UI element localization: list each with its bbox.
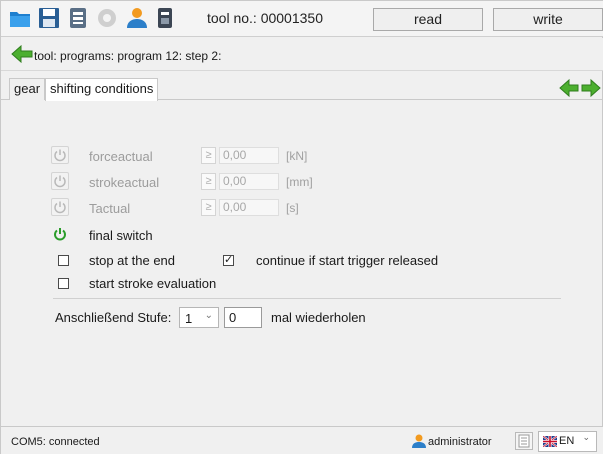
condition-label: Tactual <box>89 201 131 216</box>
power-icon <box>54 228 66 241</box>
divider <box>53 298 561 299</box>
continue-if-released-label: continue if start trigger released <box>256 253 439 268</box>
breadcrumb-text: tool: programs: program 12: step 2: <box>34 49 222 63</box>
stroke-value-input[interactable]: 0,00 <box>219 173 279 190</box>
checkmark-icon: ✓ <box>224 253 234 266</box>
power-toggle-time[interactable] <box>51 198 69 216</box>
tab-navigation <box>558 78 602 98</box>
power-icon <box>54 149 66 162</box>
device-icon[interactable] <box>153 6 177 30</box>
breadcrumb: tool: programs: program 12: step 2: <box>1 38 603 71</box>
final-switch-row: final switch <box>1 223 603 245</box>
app-window: tool no.: 00001350 read write tool: prog… <box>0 0 603 454</box>
tab-gear[interactable]: gear <box>9 78 46 100</box>
continue-if-released-checkbox[interactable]: ✓ <box>223 253 234 266</box>
condition-row-stroke: strokeactual ≥ 0,00 [mm] <box>1 170 603 192</box>
notes-button[interactable] <box>515 432 533 450</box>
comparison-operator[interactable]: ≥ <box>201 173 216 190</box>
force-value-input[interactable]: 0,00 <box>219 147 279 164</box>
language-select[interactable]: EN ⌄ <box>538 431 597 452</box>
repeat-count-input[interactable]: 0 <box>224 307 262 328</box>
chevron-down-icon: ⌄ <box>204 310 213 321</box>
power-icon <box>54 175 66 188</box>
user-icon[interactable] <box>124 6 148 30</box>
current-user: administrator <box>428 436 492 448</box>
condition-label: strokeactual <box>89 175 160 190</box>
comparison-operator[interactable]: ≥ <box>201 147 216 164</box>
power-icon <box>54 201 66 214</box>
tool-number: tool no.: 00001350 <box>207 10 323 26</box>
final-switch-toggle[interactable] <box>51 225 69 243</box>
final-switch-label: final switch <box>89 228 153 243</box>
uk-flag-icon <box>543 436 557 447</box>
condition-row-time: Tactual ≥ 0,00 [s] <box>1 196 603 218</box>
connection-status: COM5: connected <box>11 436 100 448</box>
chevron-down-icon: ⌄ <box>582 433 590 443</box>
shifting-conditions-panel: forceactual ≥ 0,00 [kN] strokeactual ≥ 0… <box>1 101 603 421</box>
unit-label: [kN] <box>286 149 308 163</box>
write-button[interactable]: write <box>493 8 603 31</box>
condition-label: forceactual <box>89 149 153 164</box>
options-row-2: start stroke evaluation <box>1 274 603 296</box>
stage-select-value: 1 <box>185 311 193 326</box>
toolbar: tool no.: 00001350 read write <box>1 1 603 37</box>
language-code: EN <box>559 435 575 447</box>
folder-icon[interactable] <box>8 6 32 30</box>
save-icon[interactable] <box>37 6 61 30</box>
prev-next-arrows-icon[interactable] <box>558 78 602 98</box>
print-icon[interactable] <box>66 6 90 30</box>
stop-at-end-label: stop at the end <box>89 253 176 268</box>
condition-row-force: forceactual ≥ 0,00 [kN] <box>1 144 603 166</box>
stop-at-end-checkbox[interactable] <box>58 255 69 266</box>
unit-label: [mm] <box>286 175 313 189</box>
time-value-input[interactable]: 0,00 <box>219 199 279 216</box>
power-toggle-force[interactable] <box>51 146 69 164</box>
tab-shifting-conditions[interactable]: shifting conditions <box>45 78 159 101</box>
comparison-operator[interactable]: ≥ <box>201 199 216 216</box>
subsequent-stage-label: Anschließend Stufe: <box>55 310 172 325</box>
document-icon <box>518 434 530 448</box>
start-stroke-eval-checkbox[interactable] <box>58 278 69 289</box>
start-stroke-eval-label: start stroke evaluation <box>89 276 217 291</box>
repeat-label: mal wiederholen <box>271 310 366 325</box>
user-icon <box>410 433 426 449</box>
unit-label: [s] <box>286 201 299 215</box>
settings-icon[interactable] <box>95 6 119 30</box>
back-arrow-icon[interactable] <box>11 44 33 64</box>
read-button[interactable]: read <box>373 8 483 31</box>
options-row-1: stop at the end ✓ continue if start trig… <box>1 251 603 273</box>
status-bar: COM5: connected administrator EN ⌄ <box>1 426 603 454</box>
stage-select[interactable]: 1 ⌄ <box>179 307 219 328</box>
tab-strip: gear shifting conditions <box>1 76 603 101</box>
power-toggle-stroke[interactable] <box>51 172 69 190</box>
